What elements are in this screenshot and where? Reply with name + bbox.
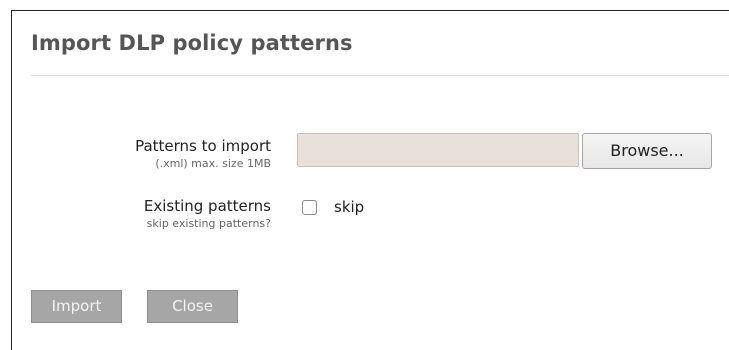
skip-checkbox-label[interactable]: skip [334,198,364,216]
import-button[interactable]: Import [31,290,122,323]
patterns-to-import-label: Patterns to import [135,137,271,155]
patterns-size-hint: (.xml) max. size 1MB [155,157,271,170]
skip-checkbox-group[interactable]: skip [302,198,364,216]
title-divider [31,75,729,76]
skip-checkbox[interactable] [302,199,317,215]
existing-patterns-label: Existing patterns [143,197,271,215]
patterns-file-input[interactable] [297,133,579,167]
patterns-label-group: Patterns to import (.xml) max. size 1MB [32,137,271,177]
dialog-title: Import DLP policy patterns [31,31,353,55]
existing-label-group: Existing patterns skip existing patterns… [32,197,271,237]
import-dlp-dialog: Import DLP policy patterns Patterns to i… [11,10,729,350]
browse-button[interactable]: Browse... [582,133,712,169]
skip-existing-hint: skip existing patterns? [146,217,271,230]
close-button[interactable]: Close [147,290,238,323]
